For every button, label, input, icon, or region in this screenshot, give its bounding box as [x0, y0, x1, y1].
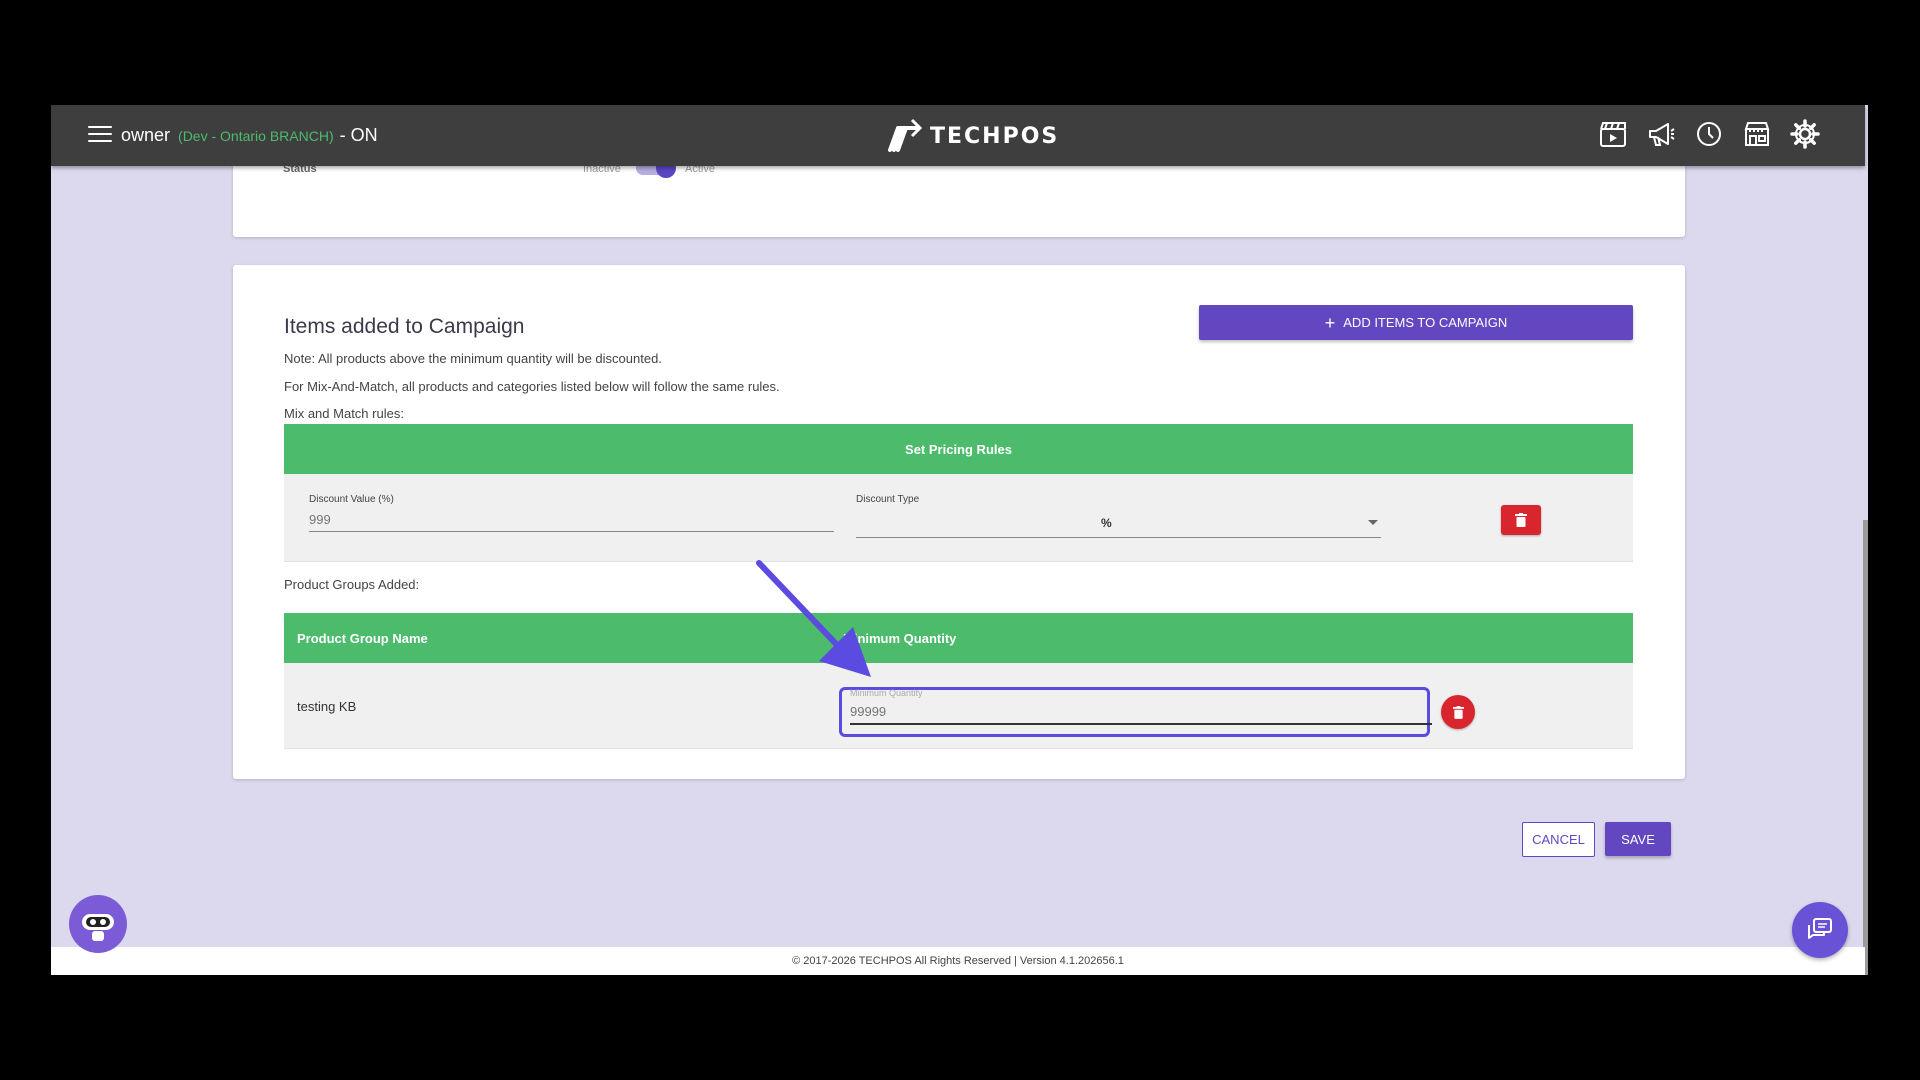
product-group-name: testing KB	[297, 699, 357, 714]
mix-match-rules-label: Mix and Match rules:	[284, 406, 404, 421]
product-groups-header: Product Group Name Minimum Quantity	[284, 613, 1633, 663]
pricing-rule-row: Discount Value (%) Discount Type %	[284, 474, 1633, 562]
trash-icon	[1515, 513, 1527, 527]
select-underline	[856, 537, 1381, 538]
logo-mark-icon	[888, 118, 923, 152]
minimum-quantity-note: Note: All products above the minimum qua…	[284, 351, 662, 366]
menu-icon[interactable]	[88, 126, 112, 144]
pricing-rules-title: Set Pricing Rules	[905, 441, 1012, 457]
logo-text: TECHPOS	[930, 123, 1060, 149]
add-items-label: ADD ITEMS TO CAMPAIGN	[1343, 315, 1508, 330]
cancel-button[interactable]: CANCEL	[1522, 822, 1595, 857]
branch-name: (Dev - Ontario BRANCH)	[178, 128, 334, 144]
page-scrollbar[interactable]	[1863, 520, 1868, 975]
gear-icon[interactable]	[1790, 119, 1820, 149]
header-toolbar	[1598, 119, 1820, 149]
top-bar: owner (Dev - Ontario BRANCH) - ON TECHPOS	[51, 105, 1865, 166]
minimum-quantity-input[interactable]	[850, 700, 1432, 725]
delete-pricing-rule-button[interactable]	[1501, 505, 1541, 535]
copyright-text: © 2017-2026 TECHPOS All Rights Reserved …	[792, 955, 1124, 967]
column-header-group-name: Product Group Name	[297, 631, 428, 646]
clock-icon[interactable]	[1694, 119, 1724, 149]
discount-value-label: Discount Value (%)	[309, 494, 394, 505]
chat-support-button[interactable]	[1792, 902, 1848, 958]
delete-product-group-button[interactable]	[1441, 695, 1475, 729]
trash-icon	[1452, 705, 1464, 719]
plus-icon: +	[1324, 312, 1336, 333]
techpos-logo: TECHPOS	[884, 115, 1059, 157]
pricing-rules-header: Set Pricing Rules	[284, 424, 1633, 474]
chevron-down-icon	[1368, 520, 1378, 525]
minimum-quantity-field[interactable]: Minimum Quantity	[839, 687, 1432, 737]
assistant-bot-button[interactable]	[69, 895, 127, 953]
discount-type-value: %	[1101, 516, 1112, 530]
discount-value-input[interactable]	[309, 508, 834, 532]
save-button[interactable]: SAVE	[1605, 822, 1671, 856]
clapperboard-icon[interactable]	[1598, 119, 1628, 149]
section-title: Items added to Campaign	[284, 315, 525, 338]
page-footer: © 2017-2026 TECHPOS All Rights Reserved …	[51, 947, 1865, 975]
robot-icon	[82, 914, 114, 941]
product-groups-label: Product Groups Added:	[284, 577, 420, 592]
app-window: owner (Dev - Ontario BRANCH) - ON TECHPOS	[51, 105, 1868, 975]
discount-type-label: Discount Type	[856, 494, 920, 505]
megaphone-icon[interactable]	[1646, 119, 1676, 149]
column-header-minimum-quantity: Minimum Quantity	[843, 631, 957, 646]
minimum-quantity-label: Minimum Quantity	[850, 688, 923, 698]
add-items-button[interactable]: + ADD ITEMS TO CAMPAIGN	[1199, 305, 1633, 340]
mix-match-note: For Mix-And-Match, all products and cate…	[284, 379, 780, 394]
online-status: - ON	[339, 125, 378, 145]
discount-type-select[interactable]: %	[856, 508, 1381, 540]
user-info: owner (Dev - Ontario BRANCH) - ON	[121, 125, 378, 146]
table-row: testing KB Minimum Quantity	[284, 663, 1633, 749]
campaign-items-card: Items added to Campaign + ADD ITEMS TO C…	[233, 265, 1685, 779]
store-icon[interactable]	[1742, 119, 1772, 149]
user-name: owner	[121, 125, 171, 145]
chat-icon	[1808, 918, 1832, 939]
